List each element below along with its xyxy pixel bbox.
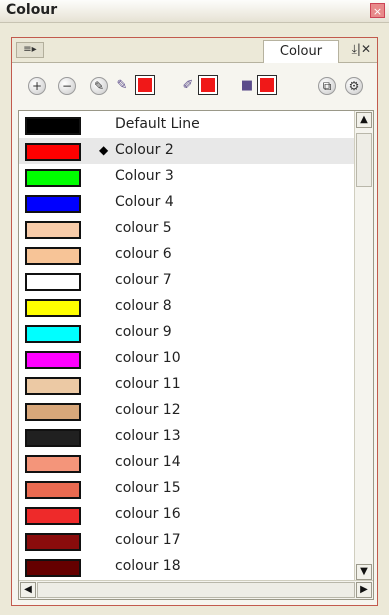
list-item[interactable]: ◆ Colour 2 (19, 138, 355, 164)
remove-colour-button[interactable]: − (58, 77, 76, 95)
colour-name: colour 5 (115, 220, 172, 236)
colour-swatch (25, 247, 81, 265)
list-item[interactable]: colour 12 (19, 398, 355, 424)
scroll-up-button[interactable]: ▲ (356, 112, 372, 128)
colour-name: Colour 4 (115, 194, 174, 210)
menu-icon: ≡▸ (23, 44, 37, 55)
clone-icon: ⧉ (322, 79, 332, 93)
colour-swatch (25, 299, 81, 317)
scroll-right-button[interactable]: ▶ (356, 582, 372, 598)
list-item[interactable]: colour 16 (19, 502, 355, 528)
settings-icon: ⚙ (348, 79, 360, 93)
colour-swatch (25, 117, 81, 135)
colour-swatch (25, 143, 81, 161)
list-item[interactable]: colour 8 (19, 294, 355, 320)
close-icon: × (372, 5, 383, 18)
panel-tab-row: ≡▸ Colour ⤓|✕ (12, 38, 377, 63)
list-item[interactable]: colour 6 (19, 242, 355, 268)
line-colour-swatch[interactable] (135, 75, 155, 95)
tab-colour[interactable]: Colour (263, 40, 339, 63)
horizontal-scrollbar[interactable]: ◀ ▶ (19, 580, 373, 599)
colour-toolbar: + − ✎ ✎ ✐ ■ ⧉ ⚙ (12, 63, 377, 103)
colour-name: Colour 2 (115, 142, 174, 158)
colour-swatch (25, 169, 81, 187)
scroll-left-button[interactable]: ◀ (20, 582, 36, 598)
colour-swatch (25, 507, 81, 525)
list-item[interactable]: colour 10 (19, 346, 355, 372)
edit-colour-button[interactable]: ✎ (90, 77, 108, 95)
chevron-up-icon: ▲ (360, 114, 368, 125)
list-item[interactable]: Colour 4 (19, 190, 355, 216)
bucket-colour-swatch[interactable] (257, 75, 277, 95)
list-item[interactable]: colour 17 (19, 528, 355, 554)
colour-panel: ≡▸ Colour ⤓|✕ + − ✎ ✎ ✐ ■ ⧉ ⚙ Default Li… (11, 37, 378, 606)
panel-menu-button[interactable]: ≡▸ (16, 42, 44, 58)
colour-swatch (25, 195, 81, 213)
list-item[interactable]: colour 7 (19, 268, 355, 294)
colour-name: Colour 3 (115, 168, 174, 184)
swatch-red (201, 78, 215, 92)
window-title: Colour (6, 2, 58, 18)
colour-name: colour 10 (115, 350, 181, 366)
paint-bucket-icon[interactable]: ■ (238, 77, 256, 95)
colour-swatch (25, 351, 81, 369)
colour-name: colour 13 (115, 428, 181, 444)
colour-swatch (25, 221, 81, 239)
clone-colour-button[interactable]: ⧉ (318, 77, 336, 95)
colour-name: colour 16 (115, 506, 181, 522)
brush-icon[interactable]: ✐ (179, 77, 197, 95)
colour-swatch (25, 325, 81, 343)
colour-name: colour 6 (115, 246, 172, 262)
colour-swatch (25, 481, 81, 499)
colour-name: colour 12 (115, 402, 181, 418)
colour-name: colour 11 (115, 376, 181, 392)
vertical-scroll-thumb[interactable] (356, 133, 372, 187)
title-bar: Colour × (0, 0, 389, 23)
chevron-left-icon: ◀ (24, 584, 32, 595)
horizontal-scroll-thumb[interactable] (37, 582, 355, 598)
selected-bullet-icon: ◆ (99, 143, 109, 157)
colour-name: colour 7 (115, 272, 172, 288)
minus-icon: − (61, 79, 73, 93)
list-item[interactable]: colour 18 (19, 554, 355, 580)
list-item[interactable]: colour 14 (19, 450, 355, 476)
colour-name: colour 8 (115, 298, 172, 314)
colour-name: colour 14 (115, 454, 181, 470)
plus-icon: + (31, 79, 43, 93)
colour-swatch (25, 377, 81, 395)
colour-swatch (25, 429, 81, 447)
colour-name: colour 9 (115, 324, 172, 340)
list-item[interactable]: Default Line (19, 112, 355, 138)
list-item[interactable]: colour 11 (19, 372, 355, 398)
colour-name: colour 15 (115, 480, 181, 496)
colour-swatch (25, 533, 81, 551)
colour-name: colour 18 (115, 558, 181, 574)
colour-name: Default Line (115, 116, 200, 132)
colour-swatch (25, 455, 81, 473)
list-item[interactable]: colour 15 (19, 476, 355, 502)
fill-colour-swatch[interactable] (198, 75, 218, 95)
chevron-right-icon: ▶ (360, 584, 368, 595)
pen-icon[interactable]: ✎ (113, 77, 131, 95)
chevron-down-icon: ▼ (360, 566, 368, 577)
colour-swatch (25, 559, 81, 577)
vertical-scrollbar[interactable]: ▲ ▼ (354, 111, 373, 581)
list-item[interactable]: Colour 3 (19, 164, 355, 190)
colour-settings-button[interactable]: ⚙ (345, 77, 363, 95)
list-item[interactable]: colour 13 (19, 424, 355, 450)
colour-swatch (25, 273, 81, 291)
swatch-red (138, 78, 152, 92)
colour-list: Default Line ◆ Colour 2 Colour 3 Colour 4 col… (18, 110, 374, 600)
list-item[interactable]: colour 9 (19, 320, 355, 346)
list-item[interactable]: colour 5 (19, 216, 355, 242)
colour-swatch (25, 403, 81, 421)
colour-name: colour 17 (115, 532, 181, 548)
scroll-down-button[interactable]: ▼ (356, 564, 372, 580)
close-window-button[interactable]: × (370, 3, 385, 18)
swatch-red (260, 78, 274, 92)
add-colour-button[interactable]: + (28, 77, 46, 95)
edit-icon: ✎ (93, 79, 105, 93)
panel-pin-close-icons[interactable]: ⤓|✕ (352, 42, 371, 57)
